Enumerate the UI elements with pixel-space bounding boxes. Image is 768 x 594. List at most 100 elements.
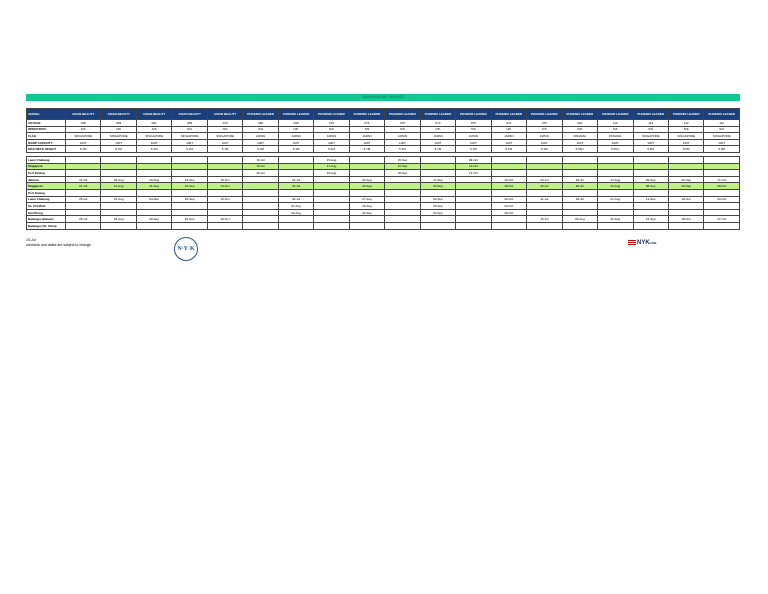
schedule-cell bbox=[703, 202, 740, 210]
vessel-name: ASIAN BEAUTY bbox=[64, 108, 102, 120]
schedule-cell: 03-Aug bbox=[561, 215, 599, 223]
vessel-name: PHOENIX LEADER bbox=[313, 108, 350, 120]
schedule-cell: 03-Aug bbox=[277, 208, 315, 217]
schedule-cell: 10-Oct bbox=[206, 175, 244, 184]
schedule-cell bbox=[100, 169, 137, 177]
info-cell: 100T bbox=[135, 138, 173, 147]
info-cell: 5.1M bbox=[242, 145, 279, 153]
schedule-cell bbox=[100, 221, 137, 230]
schedule-cell bbox=[455, 195, 492, 204]
info-cell: 5.0M bbox=[667, 145, 705, 153]
schedule-cell bbox=[667, 202, 705, 210]
info-row: RAMP CAPACITY 100T 100T 100T 100T 100T 100T 100… bbox=[26, 138, 740, 147]
schedule-cell bbox=[171, 188, 208, 197]
header-label: VESSEL bbox=[26, 108, 66, 120]
row-label: FLAG bbox=[26, 132, 66, 140]
row-label: OPERATION bbox=[26, 125, 66, 134]
schedule-cell bbox=[419, 221, 457, 230]
schedule-cell bbox=[455, 215, 492, 223]
schedule-cell: 15-Sep bbox=[632, 215, 669, 223]
info-cell: S/S bbox=[384, 125, 421, 134]
schedule-cell bbox=[313, 221, 350, 230]
vessel-name: PHOENIX LEADER bbox=[242, 108, 279, 120]
schedule-cell bbox=[313, 215, 350, 223]
schedule-cell: 26-Jul bbox=[277, 182, 315, 190]
info-cell: SINGAPORE bbox=[135, 132, 173, 140]
schedule-cell: 28-Jul bbox=[561, 182, 599, 190]
info-cell: 5.1M bbox=[384, 145, 421, 153]
schedule-cell bbox=[348, 188, 386, 197]
schedule-cell bbox=[135, 188, 173, 197]
schedule-cell bbox=[490, 156, 528, 164]
info-cell: 112 bbox=[597, 119, 634, 127]
schedule-cell bbox=[242, 195, 279, 204]
schedule-cell bbox=[64, 202, 102, 210]
schedule-cell: 16-Jul bbox=[242, 156, 279, 164]
footer-disclaimer: schedule and dates are subject to change bbox=[26, 243, 91, 247]
info-cell: N/K bbox=[667, 125, 705, 134]
vessel-name: PHOENIX LEADER bbox=[703, 108, 740, 120]
row-label: VOYAGE bbox=[26, 119, 66, 127]
vessel-name: ASIAN BEAUTY bbox=[171, 108, 208, 120]
schedule-cell bbox=[348, 156, 386, 164]
schedule-cell bbox=[667, 188, 705, 197]
info-cell: 100T bbox=[206, 138, 244, 147]
schedule-cell: 02-Sep bbox=[348, 208, 386, 217]
info-cell: SINGAPORE bbox=[206, 132, 244, 140]
schedule-cell bbox=[384, 195, 421, 204]
schedule-cell bbox=[667, 208, 705, 217]
schedule-cell bbox=[561, 208, 599, 217]
port-name: Laem Chabang bbox=[26, 195, 66, 204]
footer-date: 15-Jul bbox=[26, 238, 36, 242]
port-row: Ho Chi Minh 01-Aug 29-Aug 26-Sep 24-Oct bbox=[26, 202, 740, 210]
schedule-cell bbox=[597, 156, 634, 164]
info-cell: 100T bbox=[667, 138, 705, 147]
info-row: FLAG SINGAPORE SINGAPORE SINGAPORE SINGAPORE… bbox=[26, 132, 740, 140]
schedule-cell bbox=[490, 215, 528, 223]
schedule-cell: 24-Oct bbox=[490, 202, 528, 210]
vessel-name: PHOENIX LEADER bbox=[384, 108, 421, 120]
vessel-name: PHOENIX LEADER bbox=[277, 108, 315, 120]
schedule-cell bbox=[703, 208, 740, 217]
schedule-cell bbox=[632, 169, 669, 177]
schedule-cell bbox=[277, 188, 315, 197]
info-cell: 075 bbox=[348, 119, 386, 127]
schedule-cell bbox=[455, 175, 492, 184]
schedule-cell bbox=[135, 162, 173, 171]
port-name: Singapore bbox=[26, 182, 66, 190]
schedule-cell bbox=[135, 221, 173, 230]
schedule-cell bbox=[632, 188, 669, 197]
schedule-cell bbox=[100, 162, 137, 171]
schedule-cell bbox=[419, 215, 457, 223]
port-row: Port Kelang 20-Jul 19-Aug 18-Sep 13-Oct bbox=[26, 169, 740, 177]
info-cell: 073 bbox=[419, 119, 457, 127]
info-cell: 5.1M bbox=[348, 145, 386, 153]
schedule-cell bbox=[348, 221, 386, 230]
schedule-cell bbox=[171, 202, 208, 210]
schedule-cell bbox=[526, 162, 563, 171]
schedule-cell: 20-Aug bbox=[348, 175, 386, 184]
schedule-cell: 19-Aug bbox=[313, 169, 350, 177]
info-cell: 074 bbox=[490, 119, 528, 127]
schedule-cell: 04-Sep bbox=[135, 195, 173, 204]
vessel-name: PHOENIX LEADER bbox=[632, 108, 669, 120]
info-cell: SINGAPORE bbox=[171, 132, 208, 140]
schedule-cell bbox=[313, 175, 350, 184]
schedule-cell bbox=[171, 156, 208, 164]
schedule-cell bbox=[242, 175, 279, 184]
schedule-cell bbox=[490, 169, 528, 177]
schedule-cell: 29-Sep bbox=[171, 215, 208, 223]
schedule-cell: 18-Jul bbox=[242, 162, 279, 171]
schedule-cell bbox=[419, 156, 457, 164]
schedule-cell bbox=[348, 169, 386, 177]
schedule-cell: 17-Aug bbox=[313, 162, 350, 171]
schedule-cell bbox=[597, 169, 634, 177]
schedule-cell bbox=[64, 188, 102, 197]
info-cell: 5.1M bbox=[313, 145, 350, 153]
info-cell: 5.1M bbox=[455, 145, 492, 153]
schedule-cell: 18-Oct bbox=[490, 182, 528, 190]
schedule-cell: 20-Jul bbox=[526, 175, 563, 184]
info-cell: 100T bbox=[561, 138, 599, 147]
info-cell: N/K bbox=[313, 125, 350, 134]
schedule-cell: 26-Sep bbox=[419, 202, 457, 210]
